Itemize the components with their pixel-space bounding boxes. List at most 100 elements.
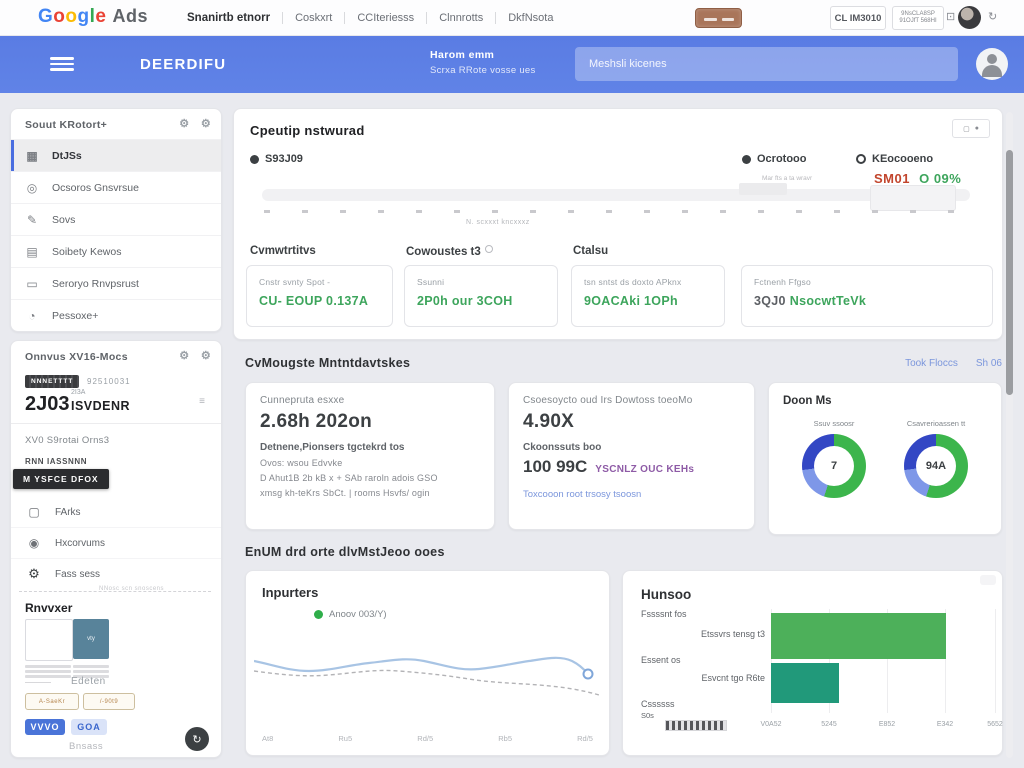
insight-label: Csoesoycto oud Irs Dowtoss toeoMo	[523, 395, 740, 406]
page-title: DEERDIFU	[140, 56, 226, 73]
sidebar-item-2[interactable]: ✎ Sovs	[11, 203, 221, 235]
refresh-icon: ↻	[192, 733, 201, 746]
chip-vvvo[interactable]: VVVO	[25, 719, 65, 735]
nav-item-1[interactable]: Coskxrt	[282, 12, 344, 24]
x-label: Ru5	[338, 734, 352, 743]
legend-label: KEocooeno	[872, 153, 933, 165]
panel-stat-value: 2J03	[25, 393, 70, 416]
tooltip-placeholder-1	[739, 183, 787, 195]
account-info-box[interactable]: 9NsCLA8SP 91OJfT 568HI	[892, 6, 944, 30]
insights-section-header: CvMougste Mntntdavtskes Took Floccs Sh 0…	[245, 356, 1002, 370]
gear-icon[interactable]: ⚙	[179, 118, 189, 130]
panel-badge: NNNETTTT	[25, 375, 79, 388]
metric-value-dark: 3QJ0	[754, 294, 786, 308]
search-input[interactable]	[575, 47, 958, 81]
bar-1[interactable]	[771, 613, 946, 659]
sidebar-item-label: DtJSs	[52, 150, 82, 162]
legend-dot-icon	[742, 155, 751, 164]
nav-item-reports[interactable]: Snanirtb etnorr	[175, 12, 282, 24]
line-chart-legend[interactable]: Anoov 003/Y)	[314, 609, 387, 620]
insight-value-2: 100 99C	[523, 457, 587, 477]
panel-item-label: Fass sess	[55, 569, 100, 580]
panel-section-label: XV0 S9rotai Orns3	[25, 435, 109, 446]
skeleton-line	[25, 675, 71, 678]
axis-tick: 5652	[973, 721, 1017, 728]
legend-item-3[interactable]: KEocooeno	[856, 153, 933, 165]
logo-letter: e	[95, 6, 106, 27]
label-rule	[25, 682, 51, 683]
metric-card-2[interactable]: Ssunni 2P0h our 3COH	[404, 265, 558, 327]
header-info-line2: Scrxa RRote vosse ues	[430, 65, 536, 76]
legend-dot-icon	[250, 155, 259, 164]
nav-item-4[interactable]: DkfNsota	[495, 12, 565, 24]
insight-value: 2.68h 202on	[260, 411, 480, 433]
fab-button[interactable]: ↻	[185, 727, 209, 751]
legend-label: Anoov 003/Y)	[329, 609, 387, 620]
sidebar-nav-title: Souut KRotort+ ⚙ ⚙	[11, 109, 221, 139]
legend-item-2[interactable]: Ocrotooo	[742, 153, 807, 165]
x-axis-ticks	[264, 210, 962, 213]
sidebar-item-1[interactable]: ◎ Ocsoros Gnsvrsue	[11, 171, 221, 203]
metric-card-3[interactable]: tsn sntst ds doxto APknx 9OACAki 1OPh	[571, 265, 725, 327]
green-dot-icon	[314, 610, 323, 619]
nav-item-3[interactable]: Clnnrotts	[426, 12, 495, 24]
panel-item-0[interactable]: ▢ FArks	[11, 497, 221, 527]
top-navigation: Snanirtb etnorr Coskxrt CCIteriesss Clnn…	[175, 0, 565, 36]
insight-card-2: Csoesoycto oud Irs Dowtoss toeoMo 4.90X …	[508, 382, 755, 530]
chart-tools-button[interactable]: ▢ ●	[952, 119, 990, 138]
sidebar-item-label: Ocsoros Gnsvrsue	[52, 182, 139, 194]
metric-card-1[interactable]: Cnstr svnty Spot - CU- EOUP 0.137A	[246, 265, 393, 327]
outline-button-2[interactable]: /-90t9	[83, 693, 135, 710]
sidebar-nav-card: Souut KRotort+ ⚙ ⚙ ▦ DtJSs ◎ Ocsoros Gns…	[10, 108, 222, 332]
profile-avatar[interactable]	[976, 48, 1008, 80]
bar-chart-title: Hunsoo	[641, 587, 691, 602]
chart-icon: ◔	[25, 309, 39, 323]
insights-link-1[interactable]: Took Floccs	[905, 358, 958, 369]
help-icon[interactable]: ↻	[988, 10, 997, 23]
user-avatar[interactable]	[958, 6, 981, 29]
axis-tick: 5245	[807, 721, 851, 728]
sidebar-item-4[interactable]: ▭ Seroryo Rnvpsrust	[11, 267, 221, 299]
outline-button-1[interactable]: A-SaeKr	[25, 693, 79, 710]
bar-category-2: Essent os	[641, 655, 681, 665]
menu-icon[interactable]	[50, 57, 74, 71]
nav-item-2[interactable]: CCIteriesss	[344, 12, 426, 24]
donut-card-title: Doon Ms	[783, 395, 987, 407]
donut-label: Ssuv ssoosr	[786, 419, 882, 428]
legend-item-1[interactable]: S93J09	[250, 153, 303, 165]
x-label: At8	[262, 734, 273, 743]
panel-settings-icons[interactable]: ⚙ ⚙	[171, 349, 211, 362]
metric-card-4[interactable]: Fctnenh Ffgso 3QJ0NsocwtTeVk	[741, 265, 993, 327]
sidebar-item-5[interactable]: ◔ Pessoxe+	[11, 299, 221, 331]
account-id-box[interactable]: CL IM3010	[830, 6, 886, 30]
donut-chart-2: 94A	[904, 434, 968, 498]
google-ads-logo[interactable]: GoogleAds	[38, 6, 148, 28]
sidebar-item-3[interactable]: ▤ Soibety Kewos	[11, 235, 221, 267]
promo-button[interactable]	[695, 8, 742, 28]
insight-link[interactable]: Toxcooon root trsosy tsoosn	[523, 489, 740, 500]
gear-icon[interactable]: ⚙	[201, 118, 211, 130]
sidebar-settings-icons[interactable]: ⚙ ⚙	[171, 117, 211, 130]
sidebar-item-0[interactable]: ▦ DtJSs	[11, 139, 221, 171]
scrollbar-thumb[interactable]	[1006, 150, 1013, 395]
gridline	[995, 609, 996, 713]
gear-icon[interactable]: ⚙	[201, 350, 211, 362]
mini-progress-stripe	[665, 720, 727, 731]
metric-header-2: Cowoustes t3	[406, 245, 493, 258]
panel-badge-value: 92510031	[87, 377, 131, 386]
notifications-icon[interactable]: ⊡	[946, 10, 955, 23]
insight-line: Ovos: wsou Edvvke	[260, 458, 480, 468]
insight-subtitle: Ckoonssuts boo	[523, 442, 740, 453]
chip-goa[interactable]: GOA	[71, 719, 107, 735]
metric-value: CU- EOUP 0.137A	[259, 294, 368, 308]
bar-2[interactable]	[771, 663, 839, 703]
panel-item-1[interactable]: ◉ Hxcorvums	[11, 527, 221, 558]
panel-item-2[interactable]: ⚙ Fass sess	[11, 558, 221, 589]
watch-box-badge[interactable]: M YSFCE DFOX	[13, 469, 109, 489]
insight-value: 4.90X	[523, 411, 740, 433]
sidebar-panel-card: Onnvus XV16-Mocs ⚙ ⚙ NNNETTTT 92510031 2…	[10, 340, 222, 758]
delta-red-value: SM01	[874, 171, 910, 186]
insights-link-2[interactable]: Sh 06	[976, 358, 1002, 369]
skeleton-line	[73, 665, 109, 668]
gear-icon[interactable]: ⚙	[179, 350, 189, 362]
